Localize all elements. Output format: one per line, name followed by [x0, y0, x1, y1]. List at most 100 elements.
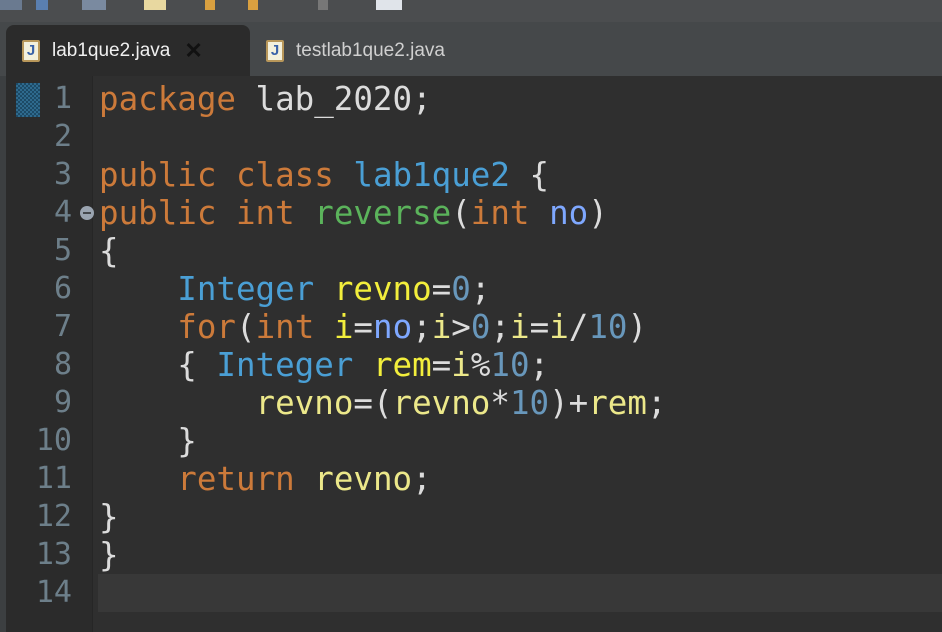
toolbar-button[interactable] [0, 0, 22, 10]
line-number: 9 [53, 385, 72, 420]
code-token: { [99, 232, 119, 270]
code-line[interactable]: } [99, 498, 667, 536]
toolbar [0, 0, 942, 22]
code-token: ; [412, 460, 432, 498]
toolbar-button[interactable] [82, 0, 106, 10]
code-token: lab1que2 [353, 156, 510, 194]
code-token: i [510, 308, 530, 346]
code-line[interactable] [99, 574, 667, 612]
code-token: reverse [314, 194, 452, 232]
java-file-icon: J [266, 39, 284, 62]
code-token: ; [470, 270, 491, 308]
code-token: =( [353, 384, 393, 422]
code-token: i [431, 308, 452, 346]
line-number: 8 [53, 347, 72, 382]
overview-marker [16, 83, 40, 117]
toolbar-button[interactable] [248, 0, 258, 10]
code-token: { [509, 156, 550, 194]
line-number: 11 [35, 461, 72, 496]
code-token: i [451, 346, 471, 384]
code-token: package [99, 80, 236, 118]
code-line[interactable] [99, 118, 667, 156]
code-token: rem [372, 346, 432, 384]
tab-testlab1que2[interactable]: J testlab1que2.java [262, 25, 445, 76]
fold-collapse-icon[interactable] [80, 206, 94, 220]
line-number: 2 [53, 119, 72, 154]
code-line[interactable]: } [99, 422, 667, 460]
toolbar-button[interactable] [205, 0, 215, 10]
code-token: ) [627, 308, 648, 346]
code-token: revno [333, 270, 432, 308]
tab-lab1que2[interactable]: J lab1que2.java ✕ [6, 25, 250, 76]
line-number: 4 [53, 195, 72, 230]
code-line[interactable]: public class lab1que2 { [99, 156, 667, 194]
code-token: > [451, 308, 471, 346]
line-number: 3 [53, 157, 72, 192]
code-area[interactable]: package lab_2020;public class lab1que2 {… [99, 80, 667, 612]
code-token: ) [588, 194, 608, 232]
code-token: * [490, 384, 510, 422]
toolbar-button[interactable] [144, 0, 166, 10]
code-token: i [549, 308, 569, 346]
code-token: } [99, 422, 197, 460]
code-token: for [177, 308, 236, 346]
line-number: 12 [35, 499, 72, 534]
code-token: revno [255, 384, 354, 422]
code-line[interactable]: revno=(revno*10)+rem; [99, 384, 667, 422]
code-token: int [255, 308, 315, 346]
code-token: i [333, 308, 354, 346]
code-line[interactable]: for(int i=no;i>0;i=i/10) [99, 308, 667, 346]
line-number: 14 [35, 575, 72, 610]
code-line[interactable]: public int reverse(int no) [99, 194, 667, 232]
code-token: { [99, 346, 217, 384]
code-token: = [529, 308, 550, 346]
line-number: 5 [53, 233, 72, 268]
code-token: lab_2020; [235, 80, 432, 118]
code-token: revno [314, 460, 413, 498]
code-editor[interactable]: 1 2 3 4 5 6 7 8 9 10 11 12 13 14 package lab_2020; pub… [0, 76, 942, 632]
line-number: 13 [35, 537, 72, 572]
line-number: 10 [35, 423, 72, 458]
code-token: 0 [451, 270, 471, 308]
code-token: public class [99, 156, 334, 194]
code-token: ; [646, 384, 667, 422]
code-line[interactable]: return revno; [99, 460, 667, 498]
code-line[interactable]: package lab_2020; [99, 80, 667, 118]
toolbar-button[interactable] [376, 0, 402, 10]
code-token: 0 [470, 308, 491, 346]
toolbar-button[interactable] [36, 0, 48, 10]
code-token: 10 [509, 384, 550, 422]
line-number: 1 [53, 81, 72, 116]
code-token: return [177, 460, 295, 498]
code-token: no [373, 308, 413, 346]
code-token: )+ [549, 384, 589, 422]
code-token: ( [235, 308, 256, 346]
code-token: ( [451, 194, 471, 232]
code-token: rem [588, 384, 647, 422]
code-token: / [568, 308, 589, 346]
code-token: = [431, 270, 452, 308]
code-token: ; [529, 346, 550, 384]
code-token: Integer [177, 270, 315, 308]
code-token: int [470, 194, 530, 232]
code-line[interactable]: { [99, 232, 667, 270]
code-token: 10 [490, 346, 530, 384]
code-token: ; [412, 308, 432, 346]
code-token: } [99, 536, 119, 574]
code-line[interactable]: Integer revno=0; [99, 270, 667, 308]
code-line[interactable]: } [99, 536, 667, 574]
code-token: } [99, 498, 119, 536]
code-line[interactable]: { Integer rem=i%10; [99, 346, 667, 384]
line-number-gutter: 1 2 3 4 5 6 7 8 9 10 11 12 13 14 [6, 76, 94, 632]
code-token: Integer [216, 346, 354, 384]
code-token: revno [392, 384, 491, 422]
toolbar-button[interactable] [318, 0, 328, 10]
code-token: public int [99, 194, 295, 232]
close-icon[interactable]: ✕ [184, 38, 202, 64]
